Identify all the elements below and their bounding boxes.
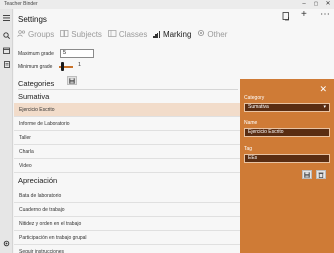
navigation-rail <box>0 9 13 253</box>
tab-marking-label: Marking <box>162 29 192 39</box>
tab-classes[interactable]: Classes <box>108 30 147 39</box>
category-label: Category <box>244 95 265 101</box>
gear-icon <box>197 29 205 39</box>
window-title-bar: Teacher Binder – ▢ ✕ <box>0 0 334 9</box>
delete-category-button[interactable] <box>316 170 326 179</box>
bar-chart-icon <box>153 30 161 38</box>
more-button[interactable]: ⋯ <box>320 9 330 20</box>
groups-icon <box>17 29 26 39</box>
list-item[interactable]: Bata de laboratorio <box>14 189 240 203</box>
add-button[interactable]: + <box>301 9 307 20</box>
list-item[interactable]: Cuaderno de trabajo <box>14 203 240 217</box>
search-icon[interactable] <box>2 31 11 40</box>
tab-subjects[interactable]: Subjects <box>60 30 102 39</box>
list-item[interactable]: Informe de Laboratorio <box>14 117 240 131</box>
list-item[interactable]: Taller <box>14 131 240 145</box>
name-input[interactable]: Ejercicio Escrito <box>244 128 330 137</box>
list-item[interactable]: Video <box>14 159 240 173</box>
min-grade-label: Minimum grade <box>18 64 53 70</box>
max-grade-input[interactable]: 5 <box>60 49 94 58</box>
tab-other[interactable]: Other <box>197 29 227 39</box>
window-title: Teacher Binder <box>4 1 38 7</box>
min-grade-slider-thumb[interactable] <box>61 62 64 71</box>
edit-category-panel: ✕ Category Sumativa ▾ Name Ejercicio Esc… <box>240 79 334 253</box>
section-title: Sumativa <box>18 92 50 101</box>
name-label: Name <box>244 120 258 126</box>
minimize-button[interactable]: – <box>298 0 310 9</box>
list-item[interactable]: Seguir instrucciones <box>14 245 240 253</box>
list-item[interactable]: Participación en trabajo grupal <box>14 231 240 245</box>
categories-title: Categories <box>18 79 55 88</box>
category-select[interactable]: Sumativa ▾ <box>244 103 330 112</box>
hamburger-icon[interactable] <box>2 13 11 22</box>
save-icon <box>304 171 310 178</box>
gear-icon[interactable] <box>2 239 11 248</box>
chevron-down-icon: ▾ <box>323 104 326 110</box>
category-select-value: Sumativa <box>248 104 269 110</box>
tab-classes-label: Classes <box>118 29 148 39</box>
tag-label: Tag <box>244 146 253 152</box>
save-grades-button[interactable] <box>67 76 77 85</box>
close-panel-button[interactable]: ✕ <box>319 84 327 95</box>
classes-icon <box>108 29 117 39</box>
tab-marking[interactable]: Marking <box>153 30 191 39</box>
trash-icon <box>318 172 324 178</box>
tab-subjects-label: Subjects <box>71 29 102 39</box>
divider <box>18 89 238 90</box>
tag-input[interactable]: EEs <box>244 154 330 163</box>
page-title: Settings <box>18 15 47 24</box>
list-item[interactable]: Nitidez y orden en el trabajo <box>14 217 240 231</box>
min-grade-value: 1 <box>78 62 82 68</box>
maximize-button[interactable]: ▢ <box>310 0 322 9</box>
tab-other-label: Other <box>207 29 228 39</box>
save-category-button[interactable] <box>302 170 312 179</box>
save-icon <box>69 77 75 84</box>
document-icon[interactable] <box>2 60 11 69</box>
list-item[interactable]: Charla <box>14 145 240 159</box>
settings-tabs: Groups Subjects Classes Marking Other <box>17 27 233 41</box>
close-window-button[interactable]: ✕ <box>322 0 334 9</box>
section-title: Apreciación <box>18 176 58 185</box>
bookmark-icon[interactable] <box>282 12 290 24</box>
tab-groups[interactable]: Groups <box>17 30 54 39</box>
subjects-icon <box>60 29 69 39</box>
max-grade-label: Maximum grade <box>18 51 54 57</box>
tab-groups-label: Groups <box>28 29 55 39</box>
list-item[interactable]: Ejercicio Escrito <box>14 103 240 117</box>
folder-icon[interactable] <box>2 46 11 55</box>
